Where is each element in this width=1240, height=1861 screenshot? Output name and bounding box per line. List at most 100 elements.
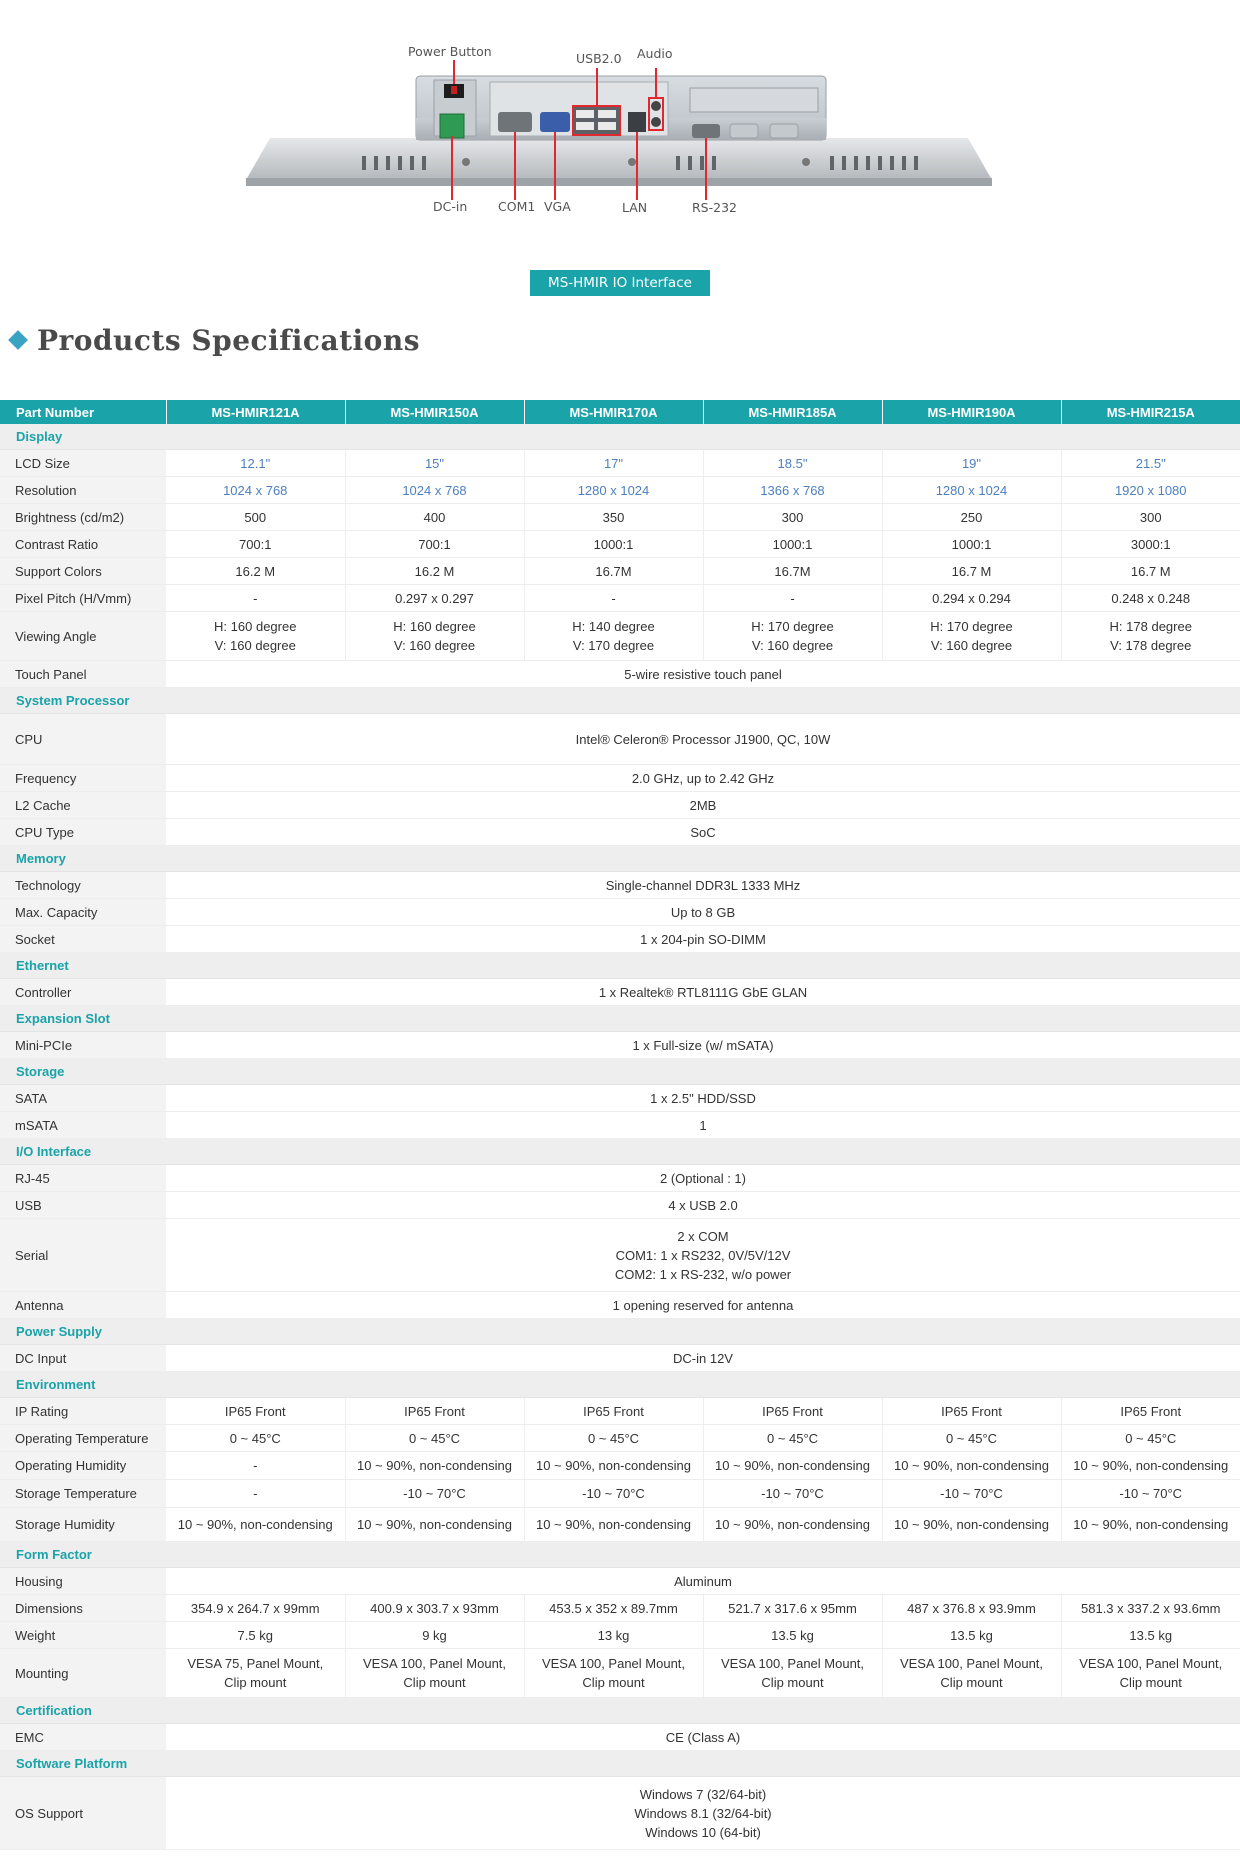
table-row: Pixel Pitch (H/Vmm) -0.297 x 0.297- -0.294… [0,584,1240,612]
spec-value: SoC [166,818,1240,846]
spec-value: 16.2 M [166,557,346,585]
page-title: Products Specifications [37,323,420,357]
spec-value-line: Clip mount [403,1675,466,1690]
spec-value: 1366 x 768 [703,476,883,504]
spec-value: 1 [166,1111,1240,1139]
section-title: Expansion Slot [0,1005,1240,1032]
spec-value: 1 x 2.5" HDD/SSD [166,1084,1240,1112]
spec-value-line: Clip mount [224,1675,287,1690]
spec-value: 0 ~ 45°C [882,1424,1062,1452]
rs232-port-icon [692,124,720,138]
spec-value: H: 160 degree V: 160 degree [166,611,346,661]
spec-value: 1024 x 768 [166,476,346,504]
section-title: Environment [0,1371,1240,1398]
spec-value: 1280 x 1024 [882,476,1062,504]
spec-value-line: V: 160 degree [930,638,1013,653]
spec-value-line: Intel® Celeron® Processor J1900, QC, 10W [575,731,831,747]
spec-value-line: H: 170 degree [930,619,1013,634]
spec-label: Frequency [0,764,166,792]
spec-label: Storage Humidity [0,1507,166,1542]
spec-value: 1000:1 [524,530,704,558]
spec-value: 10 ~ 90%, non-condensing [882,1451,1062,1480]
spec-value: 300 [1061,503,1240,531]
table-row: Dimensions 354.9 x 264.7 x 99mm 400.9 x 30… [0,1594,1240,1622]
table-row: L2 Cache 2MB [0,791,1240,819]
model-header: MS-HMIR215A [1061,400,1240,424]
table-row: RJ-45 2 (Optional : 1) [0,1164,1240,1192]
spec-value-line: 2 x COM [677,1228,729,1244]
spec-value-line: Windows 10 (64-bit) [645,1824,761,1840]
io-panel-illustration [246,60,992,200]
spec-value-line: COM1: 1 x RS232, 0V/5V/12V [615,1247,791,1263]
spec-value: VESA 100, Panel Mount, Clip mount [1061,1648,1240,1698]
spec-value: 3000:1 [1061,530,1240,558]
spec-label: DC Input [0,1344,166,1372]
table-row: DC Input DC-in 12V [0,1344,1240,1372]
spec-value: 16.7M [703,557,883,585]
table-row: Socket 1 x 204-pin SO-DIMM [0,925,1240,953]
spec-value-line: 2MB [689,797,717,813]
spec-value: 0 ~ 45°C [166,1424,346,1452]
spec-value: 5-wire resistive touch panel [166,660,1240,688]
spec-value-line: COM2: 1 x RS-232, w/o power [614,1266,792,1282]
spec-label: Mounting [0,1648,166,1698]
spec-value-line: Clip mount [761,1675,824,1690]
spec-label: CPU Type [0,818,166,846]
model-header: MS-HMIR170A [524,400,704,424]
spec-label: L2 Cache [0,791,166,819]
table-row: Mounting VESA 75, Panel Mount, Clip mount V… [0,1648,1240,1698]
spec-value-line: V: 160 degree [393,638,476,653]
spec-label: Pixel Pitch (H/Vmm) [0,584,166,612]
spec-label: Resolution [0,476,166,504]
spec-value: 0 ~ 45°C [345,1424,525,1452]
model-header: MS-HMIR185A [703,400,883,424]
spec-value: Up to 8 GB [166,898,1240,926]
spec-value: -10 ~ 70°C [524,1479,704,1508]
table-row: CPU Intel® Celeron® Processor J1900, QC, … [0,713,1240,765]
spec-value-line: V: 178 degree [1110,638,1192,653]
spec-value: 13.5 kg [882,1621,1062,1649]
spec-value-line: Windows 8.1 (32/64-bit) [634,1805,772,1821]
spec-value-line: 1 x Realtek® RTL8111G GbE GLAN [598,984,808,1000]
io-interface-caption: MS-HMIR IO Interface [530,270,710,296]
audio-jack-icon [651,117,661,127]
section-title: I/O Interface [0,1138,1240,1165]
spec-label: CPU [0,713,166,765]
spec-value: DC-in 12V [166,1344,1240,1372]
spec-value: 1 x Full-size (w/ mSATA) [166,1031,1240,1059]
spec-value: - [703,584,883,612]
spec-value: - [524,584,704,612]
spec-value-line: VESA 100, Panel Mount, [720,1656,865,1671]
spec-value: 12.1" [166,449,346,477]
section-row: Environment [0,1371,1240,1398]
spec-value-line: 1 x 204-pin SO-DIMM [640,931,766,947]
spec-value: 10 ~ 90%, non-condensing [345,1451,525,1480]
spec-value: 400 [345,503,525,531]
spec-value: 300 [703,503,883,531]
spec-value: - [166,1479,346,1508]
spec-value: 10 ~ 90%, non-condensing [524,1451,704,1480]
spec-value: VESA 100, Panel Mount, Clip mount [882,1648,1062,1698]
spec-value: 16.7M [524,557,704,585]
spec-value: IP65 Front [882,1397,1062,1425]
table-row: EMC CE (Class A) [0,1723,1240,1751]
spec-value: 21.5" [1061,449,1240,477]
expansion-slot-cover [689,87,819,113]
table-row: OS Support Windows 7 (32/64-bit) Windows 8… [0,1776,1240,1850]
spec-label: Operating Humidity [0,1451,166,1480]
spec-value: 15" [345,449,525,477]
spec-value-line: H: 170 degree [751,619,834,634]
section-title: Software Platform [0,1750,1240,1777]
spec-value-line: Clip mount [582,1675,645,1690]
spec-value: 4 x USB 2.0 [166,1191,1240,1219]
spec-label: Controller [0,978,166,1006]
spec-label: Technology [0,871,166,899]
section-title: Storage [0,1058,1240,1085]
spec-value: H: 170 degree V: 160 degree [882,611,1062,661]
spec-value-line: Aluminum [674,1573,732,1589]
table-row: Mini-PCIe 1 x Full-size (w/ mSATA) [0,1031,1240,1059]
vga-port-icon [540,112,570,132]
spec-value: 250 [882,503,1062,531]
spec-label: EMC [0,1723,166,1751]
rs232-label: RS-232 [692,200,737,215]
